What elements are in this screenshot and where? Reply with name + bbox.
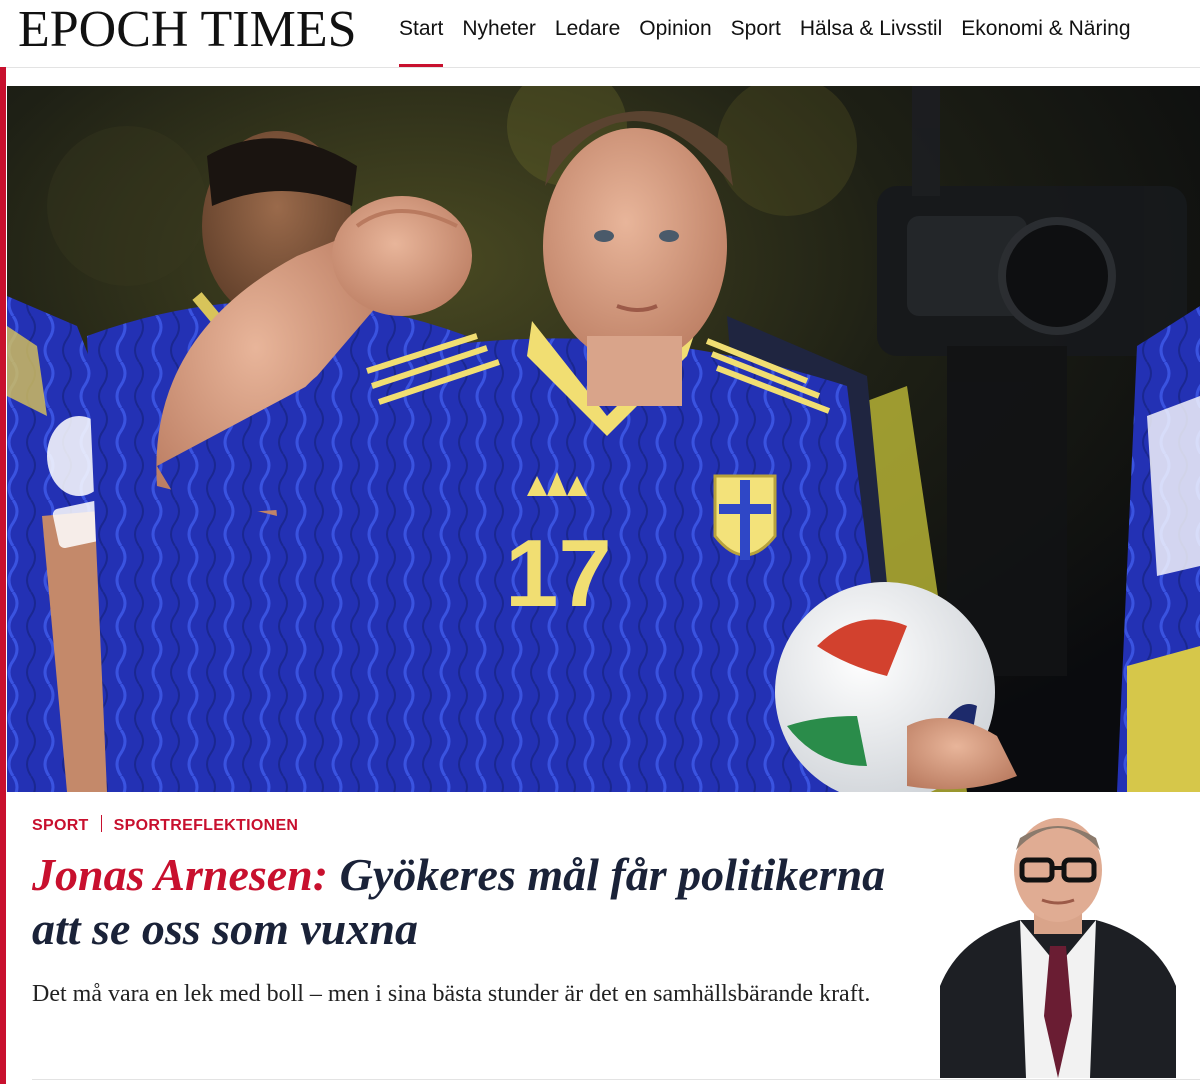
nav-item-start[interactable]: Start <box>399 0 444 67</box>
main-nav: Start Nyheter Ledare Opinion Sport Hälsa… <box>399 0 1150 67</box>
accent-bar <box>0 67 6 1084</box>
site-logo[interactable]: EPOCH TIMES <box>18 2 357 58</box>
nav-item-halsa-livsstil[interactable]: Hälsa & Livsstil <box>800 0 942 67</box>
section-label[interactable]: SPORT <box>32 817 89 834</box>
article-dek: Det må vara en lek med boll – men i sina… <box>32 981 871 1007</box>
site-header: EPOCH TIMES Start Nyheter Ledare Opinion… <box>0 0 1200 68</box>
hero-illustration: 17 <box>7 86 1200 792</box>
nav-item-nyheter[interactable]: Nyheter <box>462 0 536 67</box>
author-portrait <box>940 816 1176 1078</box>
article-headline[interactable]: Jonas Arnesen: Gyökeres mål får politike… <box>32 848 902 956</box>
author-photo <box>940 816 1176 1078</box>
kicker-divider <box>100 815 102 832</box>
headline-author: Jonas Arnesen: <box>32 849 329 900</box>
nav-item-ekonomi-naring[interactable]: Ekonomi & Näring <box>961 0 1130 67</box>
bottom-divider <box>32 1079 1200 1080</box>
jersey-number: 17 <box>505 520 612 627</box>
article-kicker: SPORT SPORTREFLEKTIONEN <box>32 815 298 835</box>
nav-item-sport[interactable]: Sport <box>731 0 781 67</box>
hero-image[interactable]: 17 <box>7 86 1200 792</box>
nav-item-opinion[interactable]: Opinion <box>639 0 711 67</box>
nav-item-ledare[interactable]: Ledare <box>555 0 620 67</box>
series-label[interactable]: SPORTREFLEKTIONEN <box>114 817 299 834</box>
